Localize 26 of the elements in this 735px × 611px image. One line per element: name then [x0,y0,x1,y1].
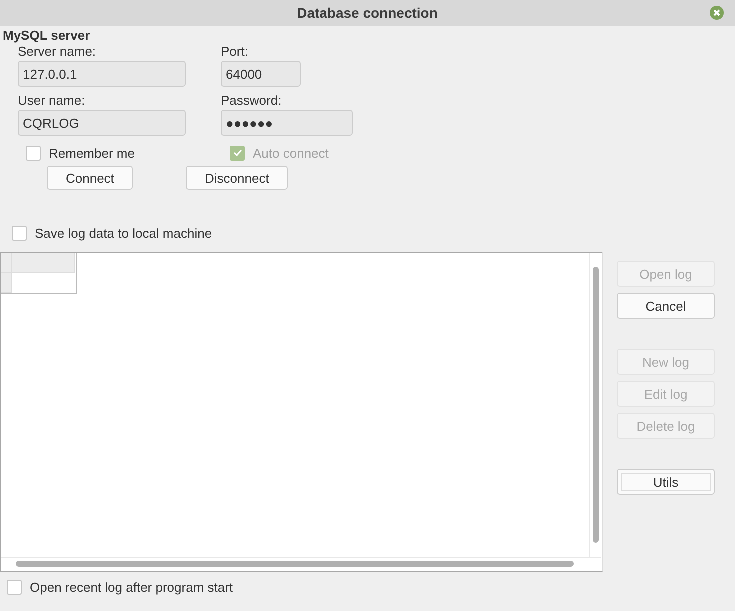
close-icon[interactable] [710,6,724,20]
dialog-button[interactable]: Connect [47,166,134,190]
field-label: Server name: [18,44,98,59]
input-field[interactable]: 64000 [221,61,301,87]
log-grid[interactable] [0,252,603,572]
grid-row-header [1,273,12,293]
field-label: User name: [18,93,86,108]
checkbox-label: Remember me [49,146,135,160]
grid-header-cell [12,253,75,273]
checkbox-box[interactable] [26,146,41,160]
input-field[interactable]: ●●●●●● [221,110,353,136]
checkbox-label: Save log data to local machine [35,226,212,240]
window-title: Database connection [297,5,438,21]
side-button[interactable]: Cancel [617,293,715,319]
side-button[interactable]: Utils [617,469,715,495]
checkbox-label: Auto connect [253,146,329,160]
checkbox-box[interactable] [12,226,27,240]
vertical-scrollbar[interactable] [589,253,602,557]
section-heading: MySQL server [3,28,92,43]
checkbox-label: Open recent log after program start [30,580,234,594]
field-label: Password: [221,93,283,108]
input-field[interactable]: 127.0.0.1 [18,61,186,87]
input-field[interactable]: CQRLOG [18,110,186,136]
dialog-button[interactable]: Disconnect [186,166,288,190]
checkbox-box[interactable] [7,580,22,594]
field-label: Port: [221,44,250,59]
